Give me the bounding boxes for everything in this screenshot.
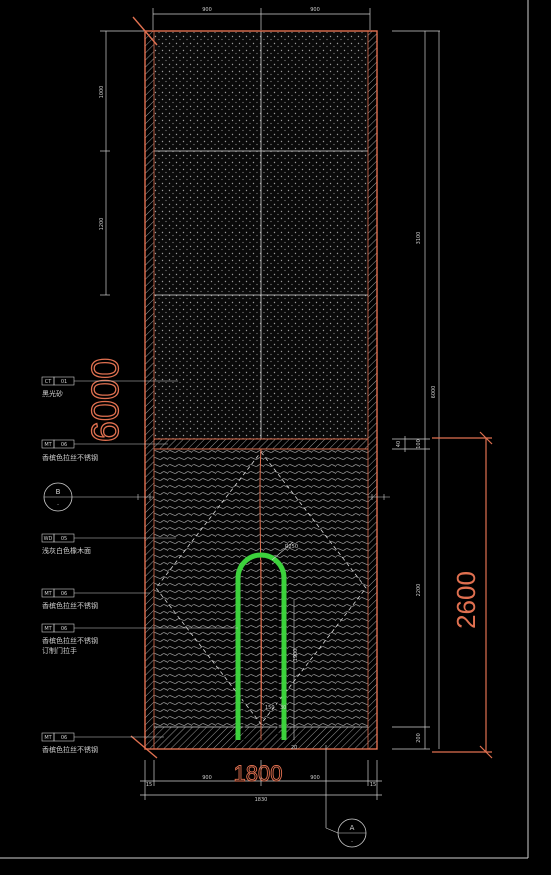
door-elevation-drawing: 900 900 1000 1200 3100 6000 40 100 2200 … (0, 0, 529, 859)
svg-text:06: 06 (61, 591, 67, 597)
dim-bottom-gap: 20 (291, 745, 297, 751)
svg-text:MT: MT (44, 591, 52, 597)
svg-text:MT: MT (44, 626, 52, 632)
svg-text:01: 01 (61, 379, 67, 385)
dim-right-small-a: 40 (396, 441, 402, 447)
svg-text:06: 06 (61, 442, 67, 448)
svg-text:香槟色拉丝不锈钢: 香槟色拉丝不锈钢 (42, 636, 98, 645)
svg-text:WD: WD (44, 536, 53, 542)
bottom-dimension (140, 745, 382, 828)
dim-right-mid: 2200 (416, 584, 422, 597)
dim-left-1: 1000 (99, 86, 105, 99)
svg-text:黑光砂: 黑光砂 (42, 389, 63, 398)
svg-text:MT: MT (44, 442, 52, 448)
dim-right-small-b: 100 (416, 439, 422, 449)
top-dimension (152, 8, 371, 30)
tag-mt-06-b: MT 06 香槟色拉丝不锈钢 (41, 588, 150, 610)
svg-text:MT: MT (44, 735, 52, 741)
svg-text:香槟色拉丝不锈钢: 香槟色拉丝不锈钢 (42, 745, 98, 754)
dim-left-2: 1200 (99, 218, 105, 231)
dim-bottom-mid-right: 900 (310, 775, 320, 781)
dim-right-bottom: 200 (416, 733, 422, 743)
dim-right-outer: 6000 (431, 386, 437, 399)
svg-text:CT: CT (45, 379, 52, 385)
svg-text:香槟色拉丝不锈钢: 香槟色拉丝不锈钢 (42, 453, 98, 462)
left-dimension (100, 30, 144, 296)
dim-bottom-right-end: 15 (370, 782, 376, 788)
dim-handle-w: 150 (265, 705, 275, 711)
svg-text:06: 06 (61, 735, 67, 741)
svg-text:A: A (350, 824, 355, 832)
right-wall-hatch (368, 31, 377, 749)
svg-text:05: 05 (61, 536, 67, 542)
svg-text:B: B (56, 488, 61, 496)
transom-band (154, 439, 368, 449)
svg-text:香槟色拉丝不锈钢: 香槟色拉丝不锈钢 (42, 601, 98, 610)
dim-bottom-left-end: 15 (146, 782, 152, 788)
svg-text:浅灰白色橡木面: 浅灰白色橡木面 (42, 546, 91, 555)
height-6000-handwritten: 6000 (85, 358, 127, 443)
width-1800-handwritten: 1800 (234, 761, 283, 786)
svg-text:订制门拉手: 订制门拉手 (42, 646, 77, 655)
dim-right-total: 3100 (416, 232, 422, 245)
dim-top-right: 900 (310, 7, 320, 13)
svg-text:-: - (351, 839, 353, 845)
left-wall-hatch (145, 31, 154, 749)
dim-handle-w2: 30 (280, 705, 286, 711)
svg-text:-: - (57, 502, 59, 508)
svg-text:06: 06 (61, 626, 67, 632)
section-marker-a: A - (325, 818, 367, 848)
dim-top-left: 900 (202, 7, 212, 13)
dim-bottom-total: 1830 (255, 797, 268, 803)
height-2600-label: 2600 (451, 571, 481, 629)
dim-bottom-mid-left: 900 (202, 775, 212, 781)
